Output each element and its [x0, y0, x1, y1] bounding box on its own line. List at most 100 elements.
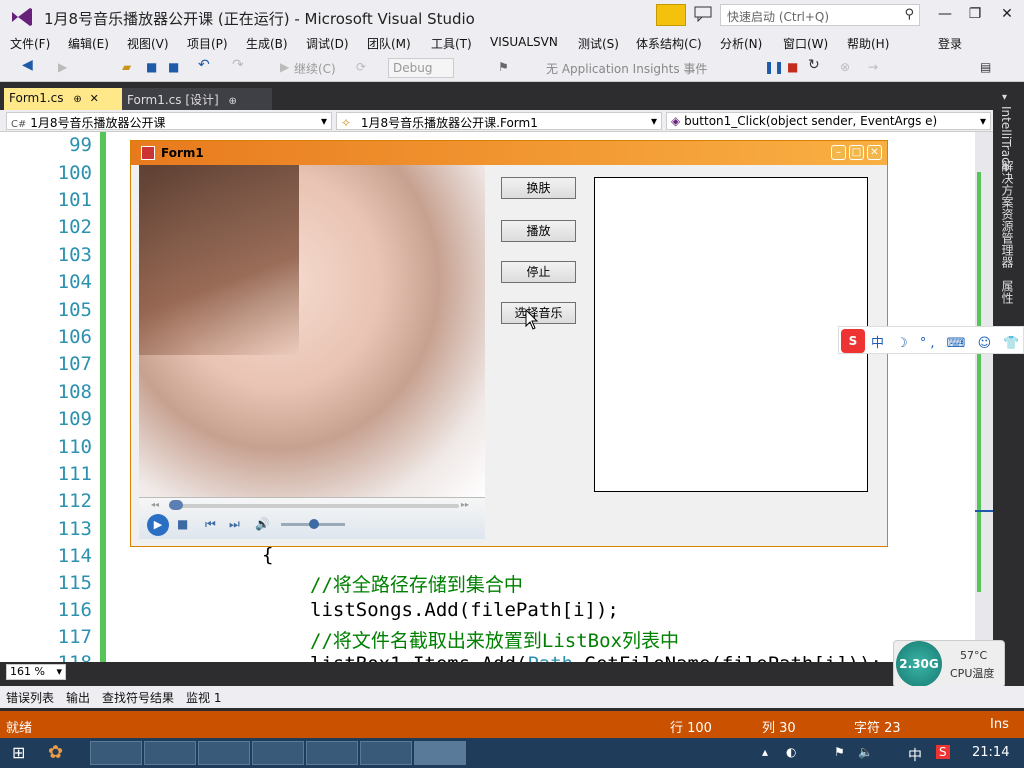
- layout-icon[interactable]: ▤: [980, 60, 991, 74]
- seek-handle[interactable]: [169, 500, 183, 510]
- save-all-icon[interactable]: ■: [168, 60, 179, 74]
- tray-ime[interactable]: 中: [908, 745, 922, 765]
- volume-handle[interactable]: [309, 519, 319, 529]
- minimize-button[interactable]: —: [930, 2, 960, 26]
- menu-file[interactable]: 文件(F): [10, 35, 50, 52]
- song-listbox[interactable]: [594, 177, 868, 492]
- notification-flag-icon[interactable]: [656, 4, 686, 26]
- find-icon[interactable]: ⚑: [498, 60, 509, 74]
- editor-scrollbar[interactable]: [975, 132, 993, 662]
- windows-start-icon[interactable]: ⊞: [12, 743, 25, 762]
- back-icon[interactable]: ◀: [22, 57, 33, 73]
- class-dropdown[interactable]: ✧ _1月8号音乐播放器公开课.Form1 ▾: [336, 112, 662, 130]
- step-over-icon[interactable]: →: [868, 60, 878, 74]
- close-tab-icon[interactable]: ✕: [90, 92, 99, 105]
- media-player[interactable]: ◂◂ ▸▸ ▶ ■ ⏮ ⏭ 🔊: [139, 497, 485, 539]
- pin-icon[interactable]: ⊕: [229, 96, 237, 107]
- menu-debug[interactable]: 调试(D): [306, 35, 349, 52]
- stop-icon[interactable]: ■: [787, 60, 798, 74]
- form1-maximize-button[interactable]: □: [849, 145, 864, 160]
- member-dropdown[interactable]: ◈ button1_Click(object sender, EventArgs…: [666, 112, 991, 130]
- feedback-icon[interactable]: [694, 6, 712, 22]
- form1-title-bar[interactable]: Form1 – □ ✕: [131, 141, 887, 165]
- project-dropdown[interactable]: C# 1月8号音乐播放器公开课 ▾: [6, 112, 332, 130]
- ime-controls[interactable]: 中 ☽ °, ⌨ ☺ 👕 🔧: [871, 332, 1024, 351]
- tab-output[interactable]: 输出: [66, 689, 90, 706]
- taskbar-clock[interactable]: 21:14: [972, 745, 1009, 760]
- open-folder-icon[interactable]: ▰: [122, 60, 131, 74]
- taskbar-visual-studio-icon[interactable]: [306, 741, 358, 765]
- menu-tools[interactable]: 工具(T): [431, 35, 472, 52]
- next-icon[interactable]: ⏭: [229, 517, 240, 532]
- tab-form1-cs[interactable]: Form1.cs ⊕ ✕: [4, 88, 122, 110]
- play-button[interactable]: 播放: [501, 220, 576, 242]
- tray-network-icon[interactable]: ◐: [786, 745, 796, 759]
- taskbar-explorer-icon[interactable]: [360, 741, 412, 765]
- tab-watch-1[interactable]: 监视 1: [186, 689, 221, 706]
- menu-window[interactable]: 窗口(W): [783, 35, 828, 52]
- application-insights-button[interactable]: 无 Application Insights 事件: [546, 60, 707, 77]
- scroll-change-marker: [977, 172, 981, 592]
- save-icon[interactable]: ■: [146, 60, 157, 74]
- line-number: 118: [58, 652, 92, 662]
- menu-analyze[interactable]: 分析(N): [720, 35, 762, 52]
- undo-icon[interactable]: ↶: [198, 57, 210, 73]
- stop-icon[interactable]: ■: [177, 517, 188, 531]
- tab-form1-designer[interactable]: Form1.cs [设计] ⊕: [122, 88, 272, 110]
- petal-app-icon[interactable]: ✿: [48, 742, 63, 763]
- redo-icon[interactable]: ↷: [232, 57, 244, 73]
- rewind-icon[interactable]: ◂◂: [151, 500, 159, 509]
- menu-project[interactable]: 项目(P): [187, 35, 228, 52]
- login-link[interactable]: 登录: [938, 35, 962, 52]
- taskbar-chrome-icon[interactable]: [90, 741, 142, 765]
- tab-error-list[interactable]: 错误列表: [6, 689, 54, 706]
- line-number: 110: [57, 436, 92, 458]
- menu-team[interactable]: 团队(M): [367, 35, 411, 52]
- previous-icon[interactable]: ⏮: [205, 517, 216, 532]
- close-button[interactable]: ✕: [992, 2, 1022, 26]
- volume-icon[interactable]: 🔊: [255, 517, 270, 531]
- menu-test[interactable]: 测试(S): [578, 35, 619, 52]
- restart-icon[interactable]: ⟳: [356, 60, 366, 74]
- form1-minimize-button[interactable]: –: [831, 145, 846, 160]
- taskbar-form1-icon[interactable]: [414, 741, 466, 765]
- taskbar-media-icon[interactable]: [144, 741, 196, 765]
- solution-config-dropdown[interactable]: Debug: [388, 58, 454, 78]
- tray-expand-icon[interactable]: ▴: [762, 745, 768, 759]
- quick-launch-input[interactable]: 快速启动 (Ctrl+Q) ⚲: [720, 4, 920, 26]
- project-dropdown-value: 1月8号音乐播放器公开课: [30, 116, 166, 130]
- restart-debug-icon[interactable]: ↻: [808, 57, 820, 73]
- change-skin-button[interactable]: 换肤: [501, 177, 576, 199]
- taskbar-notepad-icon[interactable]: [252, 741, 304, 765]
- form1-close-button[interactable]: ✕: [867, 145, 882, 160]
- tab-find-symbol-results[interactable]: 查找符号结果: [102, 689, 174, 706]
- pin-icon[interactable]: ⊕: [73, 94, 81, 105]
- menu-build[interactable]: 生成(B): [246, 35, 288, 52]
- tray-flag-icon[interactable]: ⚑: [834, 745, 845, 759]
- sidetab-arrow-icon[interactable]: ▾: [999, 92, 1010, 103]
- sogou-logo-icon[interactable]: S: [841, 329, 865, 353]
- tray-volume-icon[interactable]: 🔈: [858, 745, 873, 759]
- menu-architecture[interactable]: 体系结构(C): [636, 35, 702, 52]
- seek-bar[interactable]: [169, 504, 459, 508]
- continue-button[interactable]: 继续(C): [294, 60, 336, 77]
- menu-help[interactable]: 帮助(H): [847, 35, 889, 52]
- ime-toolbar[interactable]: S 中 ☽ °, ⌨ ☺ 👕 🔧: [838, 326, 1024, 354]
- sidetab-properties[interactable]: 属性: [999, 280, 1016, 304]
- menu-view[interactable]: 视图(V): [127, 35, 169, 52]
- maximize-button[interactable]: ❐: [960, 2, 990, 26]
- zoom-dropdown[interactable]: 161 % ▾: [6, 664, 66, 680]
- menu-edit[interactable]: 编辑(E): [68, 35, 109, 52]
- taskbar-app-icon[interactable]: [198, 741, 250, 765]
- stop-button[interactable]: 停止: [501, 261, 576, 283]
- sidetab-solution-explorer[interactable]: 解决方案资源管理器: [999, 160, 1016, 268]
- menu-visualsvn[interactable]: VISUALSVN: [490, 35, 558, 49]
- forward-icon[interactable]: ▶: [58, 60, 67, 74]
- pause-icon[interactable]: ❚❚: [764, 60, 784, 74]
- form1-window[interactable]: Form1 – □ ✕ ◂◂ ▸▸ ▶ ■ ⏮ ⏭ 🔊 换肤 播放 停止 选择音…: [130, 140, 888, 547]
- play-icon[interactable]: ▶: [147, 514, 169, 536]
- fast-forward-icon[interactable]: ▸▸: [461, 500, 469, 509]
- tray-sogou-icon[interactable]: S: [936, 745, 950, 759]
- cpu-monitor-widget[interactable]: 2.30G 57°C CPU温度: [893, 640, 1005, 688]
- show-next-statement-icon[interactable]: ⊗: [840, 60, 850, 74]
